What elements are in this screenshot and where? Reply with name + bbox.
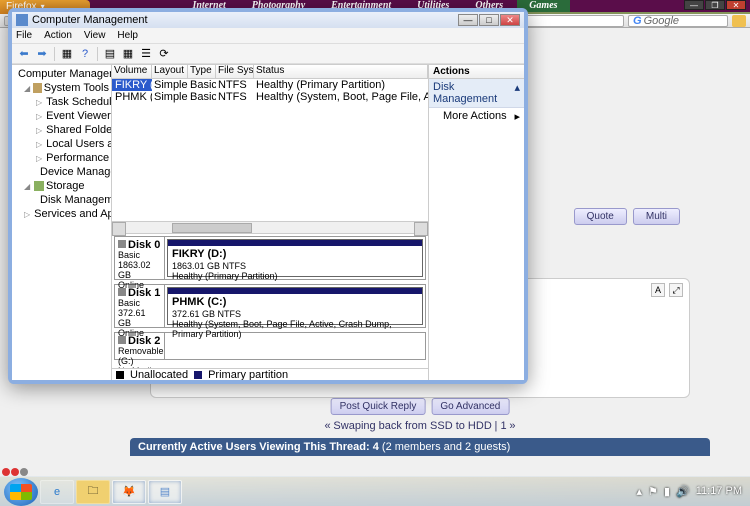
help-icon[interactable]: ? [77,46,93,62]
post-quick-reply-button[interactable]: Post Quick Reply [331,398,426,415]
show-hidden-icon[interactable]: ▴ [637,485,643,498]
browser-close-button[interactable]: ✕ [726,0,746,10]
back-icon[interactable]: ⬅ [16,46,32,62]
console-tree[interactable]: Computer Management (Local◢System Tools▷… [12,65,112,380]
minimize-button[interactable]: — [458,14,478,26]
menu-bar: File Action View Help [12,28,524,44]
tree-item[interactable]: ◢System Tools [12,81,111,95]
collapse-icon[interactable]: ▴ [514,81,520,105]
legend-unallocated-icon [116,371,124,379]
col-status[interactable]: Status [254,65,428,78]
clock[interactable]: 11:17 PM [696,486,742,497]
quote-button[interactable]: Quote [574,208,627,225]
center-panel: Volume Layout Type File System Status FI… [112,65,428,380]
actions-pane: Actions Disk Management▴ More Actions▸ [428,65,524,380]
actions-header: Actions [429,65,524,79]
disk-row[interactable]: Disk 1Basic372.61 GBOnlinePHMK (C:)372.6… [114,284,426,328]
menu-help[interactable]: Help [117,30,138,41]
editor-mode-icon[interactable]: A [651,283,665,297]
disk-row[interactable]: Disk 2Removable (G:)No Media [114,332,426,360]
taskbar-ie-icon[interactable]: e [40,480,74,504]
home-button[interactable] [732,15,746,27]
google-icon: G [633,15,642,27]
partition[interactable]: FIKRY (D:)1863.01 GB NTFSHealthy (Primar… [167,239,423,277]
settings-icon[interactable]: ☰ [138,46,154,62]
system-tray[interactable]: ▴ ⚑ ▮ 🔊 11:17 PM [633,485,746,498]
desktop: Internet Photography Entertainment Utili… [0,0,750,506]
multi-quote-button[interactable]: Multi [633,208,680,225]
tree-item[interactable]: ▷Shared Folders [12,123,111,137]
partition[interactable]: PHMK (C:)372.61 GB NTFSHealthy (System, … [167,287,423,325]
horizontal-scrollbar[interactable] [112,221,428,233]
tree-item[interactable]: Device Manager [12,165,111,179]
taskbar-firefox-icon[interactable]: 🦊 [112,480,146,504]
tree-item[interactable]: Disk Management [12,193,111,207]
legend: Unallocated Primary partition [112,368,428,380]
submenu-icon: ▸ [514,110,520,123]
window-titlebar[interactable]: Computer Management — □ ✕ [12,12,524,28]
show-hide-tree-icon[interactable]: ▦ [59,46,75,62]
actions-section[interactable]: Disk Management▴ [429,79,524,108]
browser-minimize-button[interactable]: — [684,0,704,10]
col-volume[interactable]: Volume [112,65,152,78]
legend-primary-icon [194,371,202,379]
menu-view[interactable]: View [84,30,106,41]
volume-list[interactable]: Volume Layout Type File System Status FI… [112,65,428,234]
tree-item[interactable]: ▷Task Scheduler [12,95,111,109]
tree-item[interactable]: ▷Local Users and Groups [12,137,111,151]
browser-window-controls: — ❐ ✕ [684,0,746,10]
thread-nav: « Swaping back from SSD to HDD | 1 » [110,420,730,432]
window-title: Computer Management [32,14,148,26]
taskbar-explorer-icon[interactable]: 🗀 [76,480,110,504]
view-bottom-icon[interactable]: ▦ [120,46,136,62]
forward-icon[interactable]: ➡ [34,46,50,62]
tree-item[interactable]: ▷Services and Applications [12,207,111,221]
search-input[interactable]: GGoogle [628,15,728,27]
menu-file[interactable]: File [16,30,32,41]
col-filesystem[interactable]: File System [216,65,254,78]
refresh-icon[interactable]: ⟳ [156,46,172,62]
view-top-icon[interactable]: ▤ [102,46,118,62]
menu-action[interactable]: Action [44,30,72,41]
volume-row[interactable]: PHMK (C:)SimpleBasicNTFSHealthy (System,… [112,91,428,103]
browser-restore-button[interactable]: ❐ [705,0,725,10]
more-actions-item[interactable]: More Actions▸ [429,108,524,125]
start-button[interactable] [4,478,38,506]
action-center-icon[interactable]: ⚑ [648,485,658,498]
col-layout[interactable]: Layout [152,65,188,78]
tree-item[interactable]: ▷Performance [12,151,111,165]
close-button[interactable]: ✕ [500,14,520,26]
tree-item[interactable]: Computer Management (Local [12,67,111,81]
network-icon[interactable]: ▮ [664,485,670,498]
app-icon [16,14,28,26]
disk-map[interactable]: Disk 0Basic1863.02 GBOnlineFIKRY (D:)186… [112,234,428,368]
viewing-bar: Currently Active Users Viewing This Thre… [130,438,710,456]
taskbar: e 🗀 🦊 ▤ ▴ ⚑ ▮ 🔊 11:17 PM [0,476,750,506]
taskbar-mmc-icon[interactable]: ▤ [148,480,182,504]
go-advanced-button[interactable]: Go Advanced [431,398,509,415]
tree-item[interactable]: ◢Storage [12,179,111,193]
thread-nav-link[interactable]: Swaping back from SSD to HDD [333,420,491,432]
maximize-button[interactable]: □ [479,14,499,26]
tree-item[interactable]: ▷Event Viewer [12,109,111,123]
volume-row[interactable]: FIKRY (D:)SimpleBasicNTFSHealthy (Primar… [112,79,428,91]
toolbar: ⬅ ➡ ▦ ? ▤ ▦ ☰ ⟳ [12,44,524,64]
tray-overflow[interactable] [2,468,28,476]
col-type[interactable]: Type [188,65,216,78]
quote-buttons: Quote Multi [574,208,680,225]
disk-row[interactable]: Disk 0Basic1863.02 GBOnlineFIKRY (D:)186… [114,236,426,280]
computer-management-window: Computer Management — □ ✕ File Action Vi… [8,8,528,384]
volume-icon[interactable]: 🔊 [676,485,690,498]
editor-expand-icon[interactable]: ⤢ [669,283,683,297]
